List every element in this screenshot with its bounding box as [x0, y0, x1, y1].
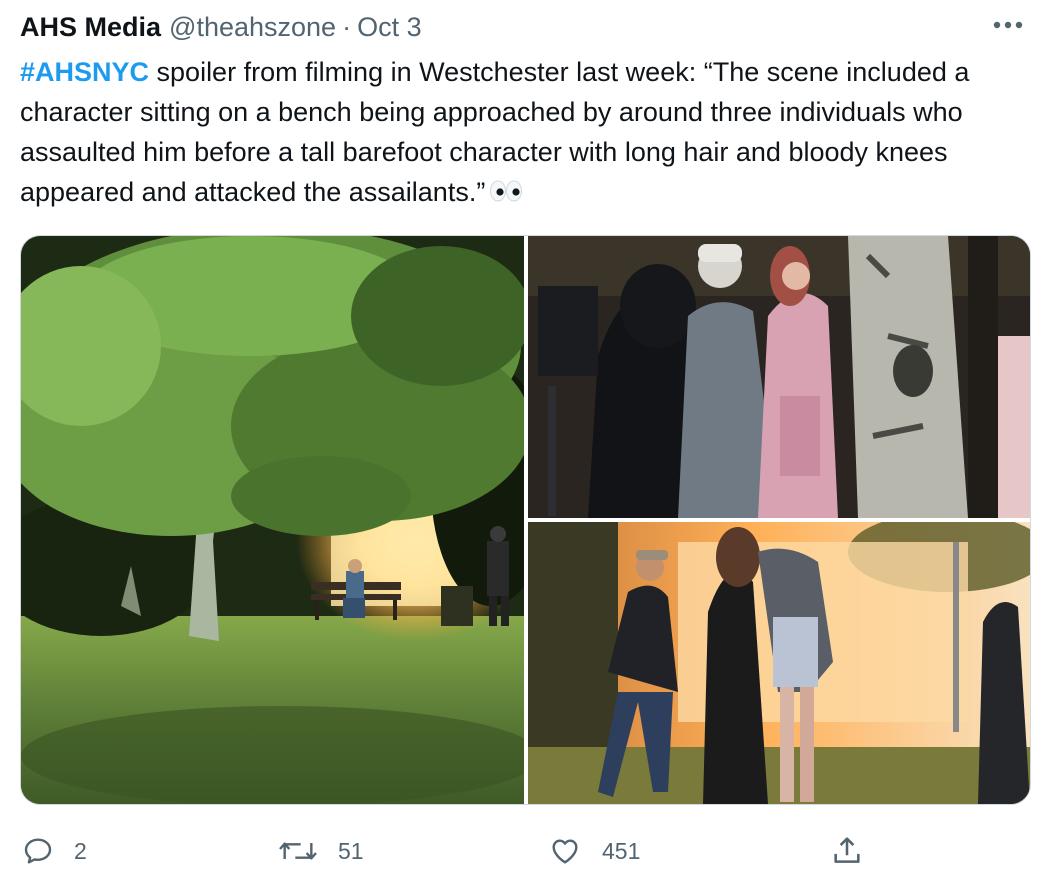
hashtag-link[interactable]: #AHSNYC [20, 57, 149, 87]
retweet-count: 51 [338, 837, 364, 864]
retweet-button[interactable]: 51 [278, 828, 364, 874]
like-count: 451 [602, 837, 641, 864]
like-icon [552, 839, 578, 864]
media-grid [20, 235, 1031, 805]
tweet-text: #AHSNYC spoiler from filming in Westches… [20, 52, 1035, 214]
reply-button[interactable]: 2 [22, 828, 87, 874]
eyes-emoji-icon [489, 174, 523, 214]
tweet-actions: 2 51 451 [0, 828, 1048, 874]
retweet-icon [279, 842, 317, 860]
reply-icon [24, 838, 52, 864]
actors-walking-photo[interactable] [528, 522, 1030, 804]
reply-count: 2 [74, 837, 87, 864]
author-name[interactable]: AHS Media [20, 12, 161, 43]
more-dots-icon [993, 21, 1023, 29]
more-options-button[interactable] [990, 10, 1026, 40]
like-button[interactable]: 451 [548, 828, 640, 874]
author-handle[interactable]: @theahszone [169, 12, 336, 43]
share-button[interactable] [830, 828, 864, 874]
share-icon [834, 837, 860, 863]
tweet-date[interactable]: Oct 3 [357, 12, 422, 43]
film-crew-and-tree-photo[interactable] [528, 236, 1030, 518]
park-bench-night-photo[interactable] [21, 236, 524, 804]
separator-dot: · [342, 11, 352, 42]
tweet-header: AHS Media @theahszone · Oct 3 [20, 8, 422, 46]
